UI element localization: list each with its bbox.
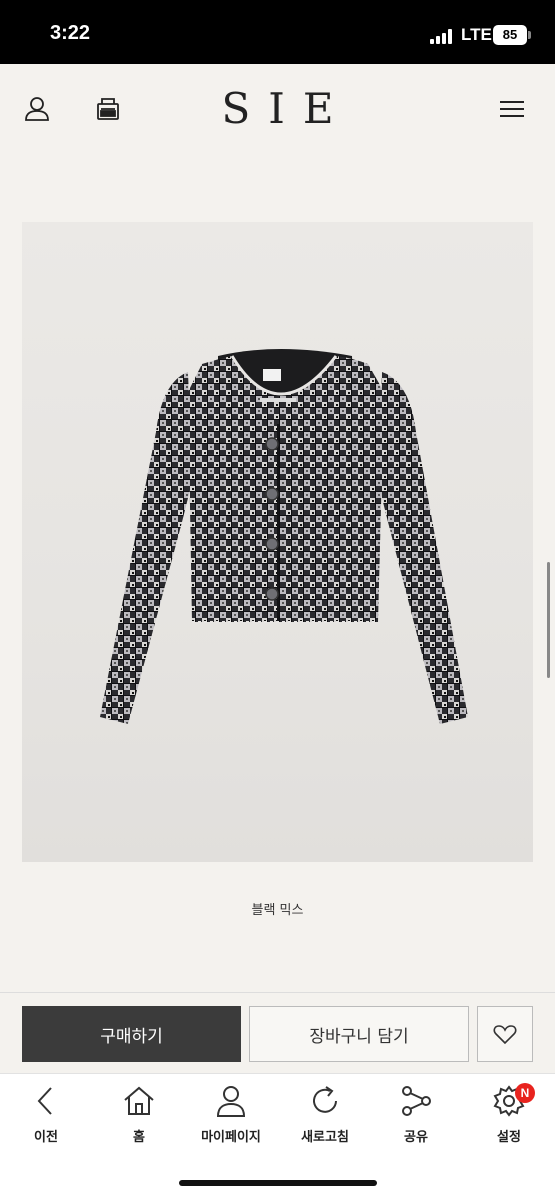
- nav-label: 홈: [133, 1130, 145, 1145]
- notification-badge: N: [515, 1083, 535, 1103]
- signal-icon: [430, 28, 456, 44]
- site-header: SIE: [0, 64, 555, 158]
- add-to-cart-button[interactable]: 장바구니 담기: [249, 1006, 469, 1062]
- person-icon: [216, 1086, 246, 1117]
- brand-logo[interactable]: SIE: [0, 84, 555, 133]
- product-color-name: 블랙 믹스: [251, 903, 304, 918]
- heart-icon: [493, 1025, 517, 1045]
- scrollbar[interactable]: [547, 562, 550, 678]
- wishlist-button[interactable]: [477, 1006, 533, 1062]
- buy-button[interactable]: 구매하기: [22, 1006, 241, 1062]
- nav-home[interactable]: 홈: [99, 1084, 179, 1154]
- status-bar: 3:22 LTE 85: [0, 0, 555, 64]
- network-type: LTE: [461, 25, 492, 44]
- purchase-bar: 구매하기 장바구니 담기: [0, 992, 555, 1073]
- nav-label: 설정: [497, 1130, 521, 1145]
- home-icon: [124, 1086, 154, 1115]
- nav-settings[interactable]: N 설정: [469, 1083, 549, 1154]
- share-icon: [402, 1086, 431, 1116]
- tweed-jacket-illustration: [100, 349, 468, 724]
- nav-label: 공유: [404, 1130, 428, 1145]
- home-indicator: [179, 1180, 377, 1186]
- nav-refresh[interactable]: 새로고침: [285, 1084, 365, 1154]
- nav-label: 새로고침: [301, 1130, 349, 1145]
- refresh-icon: [313, 1086, 337, 1113]
- product-image[interactable]: [22, 222, 533, 862]
- nav-label: 마이페이지: [201, 1130, 261, 1145]
- battery-tip: [528, 31, 531, 39]
- nav-back[interactable]: 이전: [6, 1084, 86, 1154]
- back-arrow-icon: [37, 1087, 52, 1115]
- nav-share[interactable]: 공유: [376, 1084, 456, 1154]
- menu-icon[interactable]: [497, 94, 527, 124]
- status-time: 3:22: [50, 22, 91, 44]
- nav-label: 이전: [34, 1130, 58, 1145]
- nav-mypage[interactable]: 마이페이지: [191, 1084, 271, 1154]
- battery-icon: 85: [493, 25, 527, 45]
